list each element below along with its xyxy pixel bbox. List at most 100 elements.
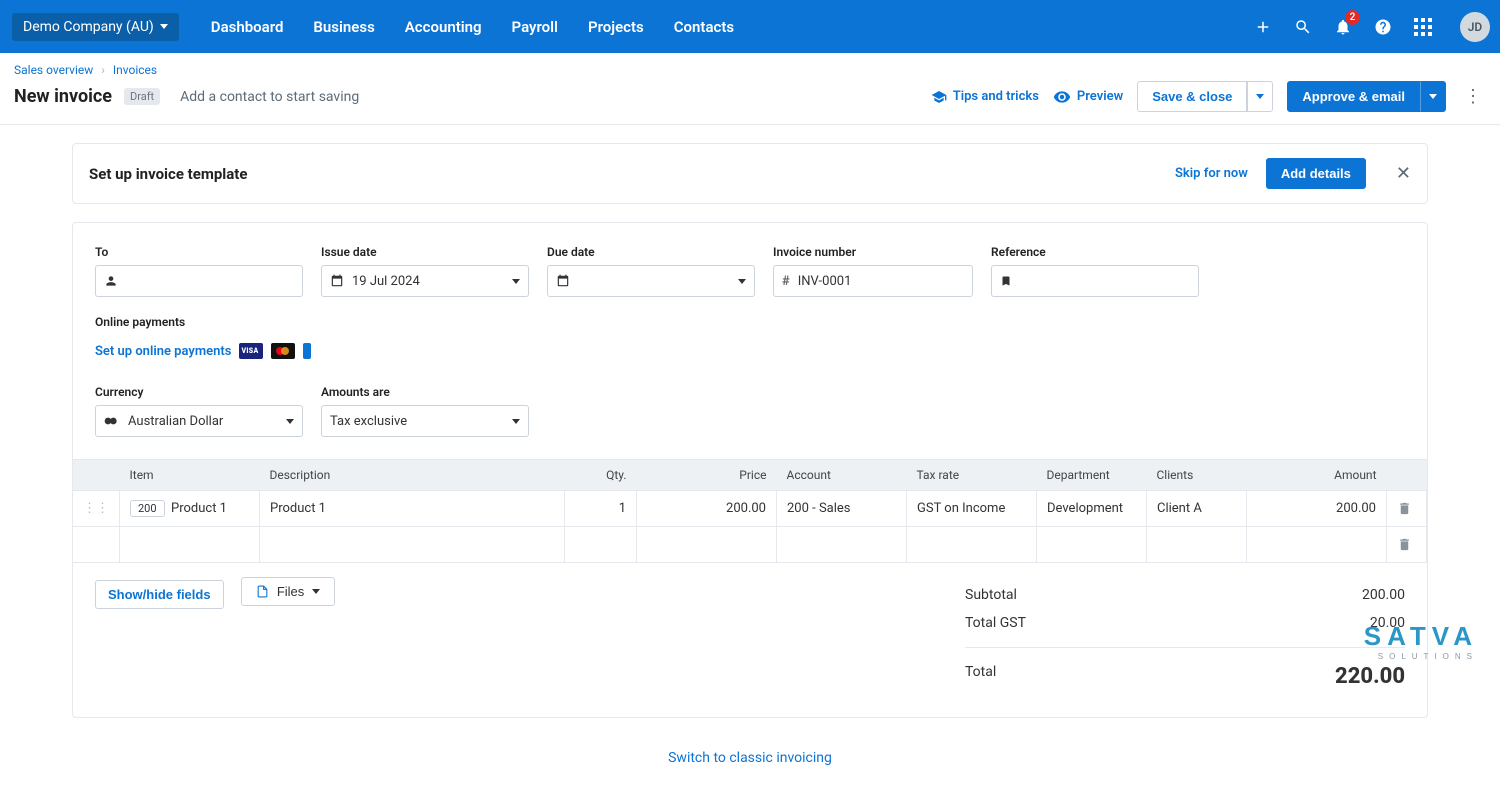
cell-desc[interactable]: Product 1 [260,491,565,527]
subtotal-row: Subtotal 200.00 [965,581,1405,609]
status-badge: Draft [124,88,160,105]
issue-date-input[interactable]: 19 Jul 2024 [321,265,529,297]
show-hide-fields-button[interactable]: Show/hide fields [95,580,224,609]
th-account: Account [777,460,907,491]
th-desc: Description [260,460,565,491]
tips-button[interactable]: Tips and tricks [931,89,1039,105]
nav-contacts[interactable]: Contacts [660,10,748,44]
total-row: Total 220.00 [965,647,1405,695]
invoice-number-group: Invoice number # INV-0001 [773,245,973,297]
invoice-card: To Issue date 19 Jul 2024 Due date [72,222,1428,718]
cell-dept[interactable]: Development [1037,491,1147,527]
setup-banner: Set up invoice template Skip for now Add… [72,143,1428,204]
approve-dropdown[interactable] [1420,81,1446,112]
person-icon [104,274,118,288]
approve-button[interactable]: Approve & email [1287,81,1420,112]
table-row[interactable]: ⋮⋮ 200 Product 1 Product 1 1 200.00 200 … [73,491,1427,527]
amounts-select[interactable]: Tax exclusive [321,405,529,437]
currency-select[interactable]: Australian Dollar [95,405,303,437]
help-icon[interactable] [1374,18,1392,36]
company-name: Demo Company (AU) [23,19,154,35]
cell-qty[interactable]: 1 [565,491,637,527]
apps-icon[interactable] [1414,18,1432,36]
breadcrumb-sales[interactable]: Sales overview [14,63,93,77]
cell-tax[interactable]: GST on Income [907,491,1037,527]
company-selector[interactable]: Demo Company (AU) [12,13,179,41]
subheader-actions: Tips and tricks Preview Save & close App… [931,81,1486,112]
setup-online-payments-button[interactable]: Set up online payments [95,344,231,359]
notifications-button[interactable]: 2 [1334,18,1352,36]
amounts-value: Tax exclusive [330,414,407,429]
issue-date-group: Issue date 19 Jul 2024 [321,245,529,297]
plus-icon[interactable] [1254,18,1272,36]
switch-classic-link[interactable]: Switch to classic invoicing [668,750,832,766]
cell-item[interactable]: 200 Product 1 [120,491,260,527]
avatar[interactable]: JD [1460,12,1490,42]
form-row-1: To Issue date 19 Jul 2024 Due date [73,245,1427,367]
watermark-text: SATVA [1364,621,1478,652]
files-button[interactable]: Files [241,577,335,606]
item-code: 200 [130,500,165,517]
currency-value: Australian Dollar [128,414,223,429]
chevron-down-icon [286,419,294,424]
online-payments-label: Online payments [95,315,311,329]
drag-handle-icon[interactable]: ⋮⋮ [73,491,120,527]
banner-title: Set up invoice template [89,165,247,183]
cell-price[interactable]: 200.00 [637,491,777,527]
chevron-down-icon [160,24,168,29]
due-date-input[interactable] [547,265,755,297]
th-tax: Tax rate [907,460,1037,491]
skip-button[interactable]: Skip for now [1175,166,1248,181]
th-clients: Clients [1147,460,1247,491]
invoice-number-input[interactable]: # INV-0001 [773,265,973,297]
to-field-group: To [95,245,303,297]
delete-row-button[interactable] [1387,491,1427,527]
subheader-row: New invoice Draft Add a contact to start… [14,81,1486,112]
calendar-icon [330,274,344,288]
save-button-group: Save & close [1137,81,1273,112]
close-icon[interactable]: ✕ [1396,163,1411,184]
due-date-label: Due date [547,245,755,259]
cell-account[interactable]: 200 - Sales [777,491,907,527]
nav-dashboard[interactable]: Dashboard [197,10,298,44]
save-button[interactable]: Save & close [1137,81,1247,112]
reference-group: Reference [991,245,1199,297]
cell-amount[interactable]: 200.00 [1247,491,1387,527]
nav-projects[interactable]: Projects [574,10,658,44]
mastercard-icon [271,343,295,359]
chevron-down-icon [312,589,320,594]
chevron-right-icon: › [101,63,105,77]
notification-badge: 2 [1345,10,1360,25]
th-price: Price [637,460,777,491]
form-row-2: Currency Australian Dollar Amounts are T… [73,385,1427,437]
cell-clients[interactable]: Client A [1147,491,1247,527]
preview-button[interactable]: Preview [1053,88,1123,106]
reference-input[interactable] [991,265,1199,297]
chevron-down-icon [512,279,520,284]
trash-icon [1397,501,1412,516]
nav-accounting[interactable]: Accounting [391,10,496,44]
topbar: Demo Company (AU) Dashboard Business Acc… [0,0,1500,53]
nav-business[interactable]: Business [299,10,388,44]
subtotal-value: 200.00 [1362,587,1405,603]
flag-icon [104,415,120,427]
below-table: Show/hide fields Files Subtotal 200.00 T… [73,563,1427,695]
table-row-empty[interactable] [73,527,1427,563]
calendar-icon [556,274,570,288]
bookmark-icon [1000,274,1012,288]
breadcrumb-invoices[interactable]: Invoices [113,63,157,77]
left-actions: Show/hide fields Files [95,577,335,695]
save-dropdown[interactable] [1247,81,1273,112]
nav-payroll[interactable]: Payroll [498,10,572,44]
add-details-button[interactable]: Add details [1266,158,1366,189]
topbar-right: 2 JD [1254,12,1490,42]
breadcrumb: Sales overview › Invoices [14,63,1486,77]
more-menu[interactable]: ⋮ [1460,86,1486,107]
invoice-number-label: Invoice number [773,245,973,259]
to-input[interactable] [95,265,303,297]
th-dept: Department [1037,460,1147,491]
search-icon[interactable] [1294,18,1312,36]
nav: Dashboard Business Accounting Payroll Pr… [197,10,748,44]
delete-row-button[interactable] [1387,527,1427,563]
total-value: 220.00 [1335,664,1405,689]
